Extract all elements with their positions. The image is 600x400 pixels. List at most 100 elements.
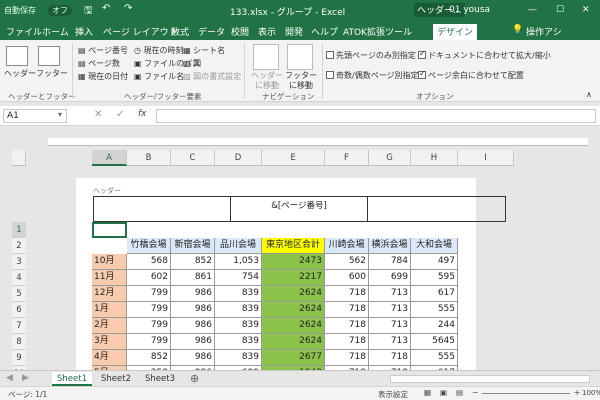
data-cell[interactable]: 799 bbox=[127, 334, 171, 350]
collapse-ribbon-icon[interactable]: ∧ bbox=[586, 90, 592, 99]
current-time-button[interactable]: ◷ 現在の時刻 bbox=[134, 45, 184, 56]
data-cell[interactable]: 718 bbox=[325, 286, 369, 302]
zoom-out-icon[interactable]: − bbox=[472, 388, 478, 397]
column-header-D[interactable]: D bbox=[215, 150, 262, 166]
zoom-slider[interactable] bbox=[482, 393, 570, 394]
row-header[interactable]: 3 bbox=[12, 254, 26, 270]
data-cell[interactable]: 799 bbox=[127, 302, 171, 318]
data-cell[interactable]: 2624 bbox=[262, 286, 325, 302]
table-header-cell[interactable]: 大和会場 bbox=[411, 238, 458, 254]
normal-view-icon[interactable]: ▦ bbox=[424, 388, 431, 397]
sheet-tab-1[interactable]: Sheet1 bbox=[52, 372, 92, 386]
column-header-F[interactable]: F bbox=[325, 150, 369, 166]
column-header-C[interactable]: C bbox=[171, 150, 215, 166]
data-cell[interactable]: 839 bbox=[215, 286, 262, 302]
zoom-in-icon[interactable]: + bbox=[574, 388, 580, 397]
data-cell[interactable]: 839 bbox=[215, 318, 262, 334]
data-cell[interactable]: 2624 bbox=[262, 318, 325, 334]
data-cell[interactable]: 2473 bbox=[262, 254, 325, 270]
data-cell[interactable]: 718 bbox=[325, 318, 369, 334]
data-cell[interactable]: 713 bbox=[369, 318, 411, 334]
table-header-cell[interactable]: 東京地区合計 bbox=[262, 238, 325, 254]
select-all-corner[interactable] bbox=[12, 150, 26, 166]
zoom-level[interactable]: 100% bbox=[582, 389, 600, 397]
data-cell[interactable]: 2677 bbox=[262, 350, 325, 366]
go-to-footer-button[interactable]: フッターに移動 bbox=[284, 71, 318, 91]
month-cell[interactable]: 1月 bbox=[92, 302, 127, 318]
footer-button[interactable]: フッター bbox=[36, 68, 68, 79]
tab-help[interactable]: ヘルプ bbox=[311, 25, 338, 38]
data-cell[interactable]: 861 bbox=[171, 270, 215, 286]
data-cell[interactable]: 839 bbox=[215, 302, 262, 318]
option-scale-with-document[interactable]: ドキュメントに合わせて拡大/縮小 bbox=[418, 49, 551, 61]
column-header-G[interactable]: G bbox=[369, 150, 411, 166]
data-cell[interactable]: 2624 bbox=[262, 334, 325, 350]
data-cell[interactable]: 852 bbox=[171, 254, 215, 270]
tab-file[interactable]: ファイル bbox=[6, 25, 42, 38]
data-cell[interactable]: 986 bbox=[171, 302, 215, 318]
month-cell[interactable]: 2月 bbox=[92, 318, 127, 334]
tab-design[interactable]: デザイン bbox=[433, 24, 478, 40]
add-sheet-icon[interactable]: ⊕ bbox=[190, 372, 199, 385]
row-header[interactable]: 8 bbox=[12, 334, 26, 350]
table-header-cell[interactable]: 新宿会場 bbox=[171, 238, 215, 254]
sheet-tab-3[interactable]: Sheet3 bbox=[140, 372, 180, 386]
page-count-button[interactable]: ▤ ページ数 bbox=[78, 58, 120, 69]
data-cell[interactable]: 555 bbox=[411, 350, 458, 366]
data-cell[interactable]: 784 bbox=[369, 254, 411, 270]
data-cell[interactable]: 839 bbox=[215, 350, 262, 366]
page-break-view-icon[interactable]: ▤ bbox=[456, 388, 463, 397]
tab-atok[interactable]: ATOK拡張ツール bbox=[343, 25, 412, 38]
tab-formulas[interactable]: 数式 bbox=[171, 25, 189, 38]
user-name[interactable]: 01 yousa bbox=[449, 5, 490, 15]
data-cell[interactable]: 839 bbox=[215, 334, 262, 350]
active-cell-A1[interactable] bbox=[92, 222, 127, 238]
sheet-tab-2[interactable]: Sheet2 bbox=[96, 372, 136, 386]
option-different-first-page[interactable]: 先頭ページのみ別指定 bbox=[326, 50, 416, 61]
month-cell[interactable]: 3月 bbox=[92, 334, 127, 350]
data-cell[interactable]: 2624 bbox=[262, 302, 325, 318]
month-cell[interactable]: 4月 bbox=[92, 350, 127, 366]
row-header[interactable]: 5 bbox=[12, 286, 26, 302]
minimize-icon[interactable]: — bbox=[528, 5, 537, 15]
data-cell[interactable]: 713 bbox=[369, 286, 411, 302]
scroll-left-icon[interactable]: ◀ bbox=[6, 373, 13, 383]
header-section-center[interactable]: &[ページ番号] bbox=[230, 196, 368, 222]
maximize-icon[interactable]: ☐ bbox=[556, 5, 564, 15]
scroll-right-icon[interactable]: ▶ bbox=[22, 373, 29, 383]
data-cell[interactable]: 699 bbox=[369, 270, 411, 286]
data-cell[interactable]: 497 bbox=[411, 254, 458, 270]
tab-view[interactable]: 表示 bbox=[258, 25, 276, 38]
picture-button[interactable]: ▨ 図 bbox=[183, 58, 201, 69]
cancel-icon[interactable]: ✕ bbox=[94, 109, 102, 120]
header-button[interactable]: ヘッダー bbox=[4, 68, 36, 79]
data-cell[interactable]: 5645 bbox=[411, 334, 458, 350]
data-cell[interactable]: 244 bbox=[411, 318, 458, 334]
tab-insert[interactable]: 挿入 bbox=[75, 25, 93, 38]
data-cell[interactable]: 595 bbox=[411, 270, 458, 286]
formula-input[interactable] bbox=[156, 109, 596, 123]
page-layout-view-icon[interactable]: ▣ bbox=[440, 388, 447, 397]
enter-icon[interactable]: ✓ bbox=[116, 109, 124, 120]
display-settings[interactable]: 表示設定 bbox=[378, 389, 408, 400]
format-picture-button[interactable]: ▨ 図の書式設定 bbox=[183, 71, 241, 82]
row-header[interactable]: 9 bbox=[12, 350, 26, 366]
column-header-B[interactable]: B bbox=[127, 150, 171, 166]
data-cell[interactable]: 600 bbox=[325, 270, 369, 286]
column-header-A[interactable]: A bbox=[92, 150, 127, 166]
data-cell[interactable]: 713 bbox=[369, 334, 411, 350]
data-cell[interactable]: 568 bbox=[127, 254, 171, 270]
name-box-dropdown-icon[interactable]: ▾ bbox=[58, 110, 62, 119]
column-header-H[interactable]: H bbox=[411, 150, 458, 166]
month-cell[interactable]: 12月 bbox=[92, 286, 127, 302]
column-header-I[interactable]: I bbox=[458, 150, 514, 166]
close-icon[interactable]: ✕ bbox=[582, 5, 590, 15]
column-header-E[interactable]: E bbox=[262, 150, 325, 166]
data-cell[interactable]: 602 bbox=[127, 270, 171, 286]
tell-me-box[interactable]: 操作アシ bbox=[526, 25, 562, 38]
redo-icon[interactable]: ↷ bbox=[124, 3, 132, 14]
row-header[interactable]: 6 bbox=[12, 302, 26, 318]
row-header-1[interactable]: 1 bbox=[12, 222, 26, 238]
insert-function-icon[interactable]: fx bbox=[138, 109, 147, 119]
data-cell[interactable]: 1,053 bbox=[215, 254, 262, 270]
